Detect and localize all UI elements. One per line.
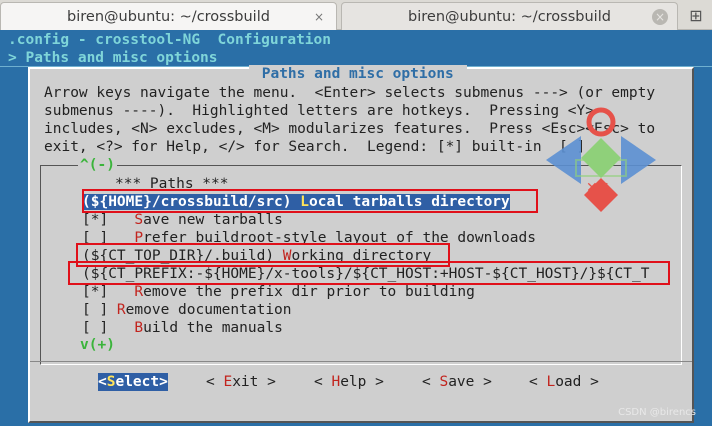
- button-divider: [30, 361, 692, 362]
- close-icon[interactable]: ×: [311, 9, 327, 25]
- scroll-up-indicator: ^(-): [78, 157, 117, 173]
- tab-bar: biren@ubuntu: ~/crossbuild × biren@ubunt…: [0, 0, 712, 30]
- menu-item-build-manuals[interactable]: [ ] Build the manuals: [82, 319, 283, 337]
- scroll-down-indicator: v(+): [78, 337, 117, 353]
- load-button[interactable]: < Load >: [529, 373, 599, 391]
- item-label: emove documentation: [125, 302, 292, 318]
- terminal-window[interactable]: .config - crosstool-NG Configuration > P…: [0, 30, 712, 426]
- overlay-logo-icon: ✕✕: [546, 107, 656, 212]
- tab-title: biren@ubuntu: ~/crossbuild: [408, 8, 611, 25]
- close-icon[interactable]: ×: [652, 9, 668, 25]
- help-text-line: exit, <?> for Help, </> for Search. Lege…: [44, 139, 586, 155]
- watermark: CSDN @birencs: [618, 407, 696, 418]
- tab-terminal-1[interactable]: biren@ubuntu: ~/crossbuild ×: [0, 2, 337, 30]
- item-label: uild the manuals: [143, 320, 283, 336]
- hotkey: B: [134, 320, 144, 336]
- svg-text:✕✕: ✕✕: [586, 180, 609, 196]
- select-button[interactable]: <Select>: [98, 373, 168, 391]
- hotkey: R: [134, 284, 144, 300]
- new-tab-icon[interactable]: ⊞: [684, 4, 708, 26]
- hotkey: S: [134, 212, 144, 228]
- help-button[interactable]: < Help >: [314, 373, 384, 391]
- menu-item-remove-prefix[interactable]: [*] Remove the prefix dir prior to build…: [82, 283, 475, 301]
- save-button[interactable]: < Save >: [422, 373, 492, 391]
- item-label: emove the prefix dir prior to building: [143, 284, 475, 300]
- checkbox: [*]: [82, 212, 135, 228]
- exit-button[interactable]: < Exit >: [206, 373, 276, 391]
- item-label: ave new tarballs: [143, 212, 283, 228]
- menu-item-remove-documentation[interactable]: [ ] Remove documentation: [82, 301, 292, 319]
- tab-terminal-2[interactable]: biren@ubuntu: ~/crossbuild ×: [341, 2, 678, 30]
- checkbox: [ ]: [82, 302, 117, 318]
- help-text-line: submenus ----). Highlighted letters are …: [44, 103, 594, 119]
- dialog-title: Paths and misc options: [249, 65, 467, 83]
- checkbox: [ ]: [82, 320, 135, 336]
- tab-title: biren@ubuntu: ~/crossbuild: [67, 8, 270, 25]
- checkbox: [*]: [82, 284, 135, 300]
- annotation-box: [82, 189, 538, 213]
- config-header: .config - crosstool-NG Configuration: [8, 32, 332, 48]
- breadcrumb: > Paths and misc options: [8, 50, 218, 66]
- annotation-box: [68, 261, 670, 285]
- hotkey: R: [116, 302, 126, 318]
- menu-item-save-tarballs[interactable]: [*] Save new tarballs: [82, 211, 283, 229]
